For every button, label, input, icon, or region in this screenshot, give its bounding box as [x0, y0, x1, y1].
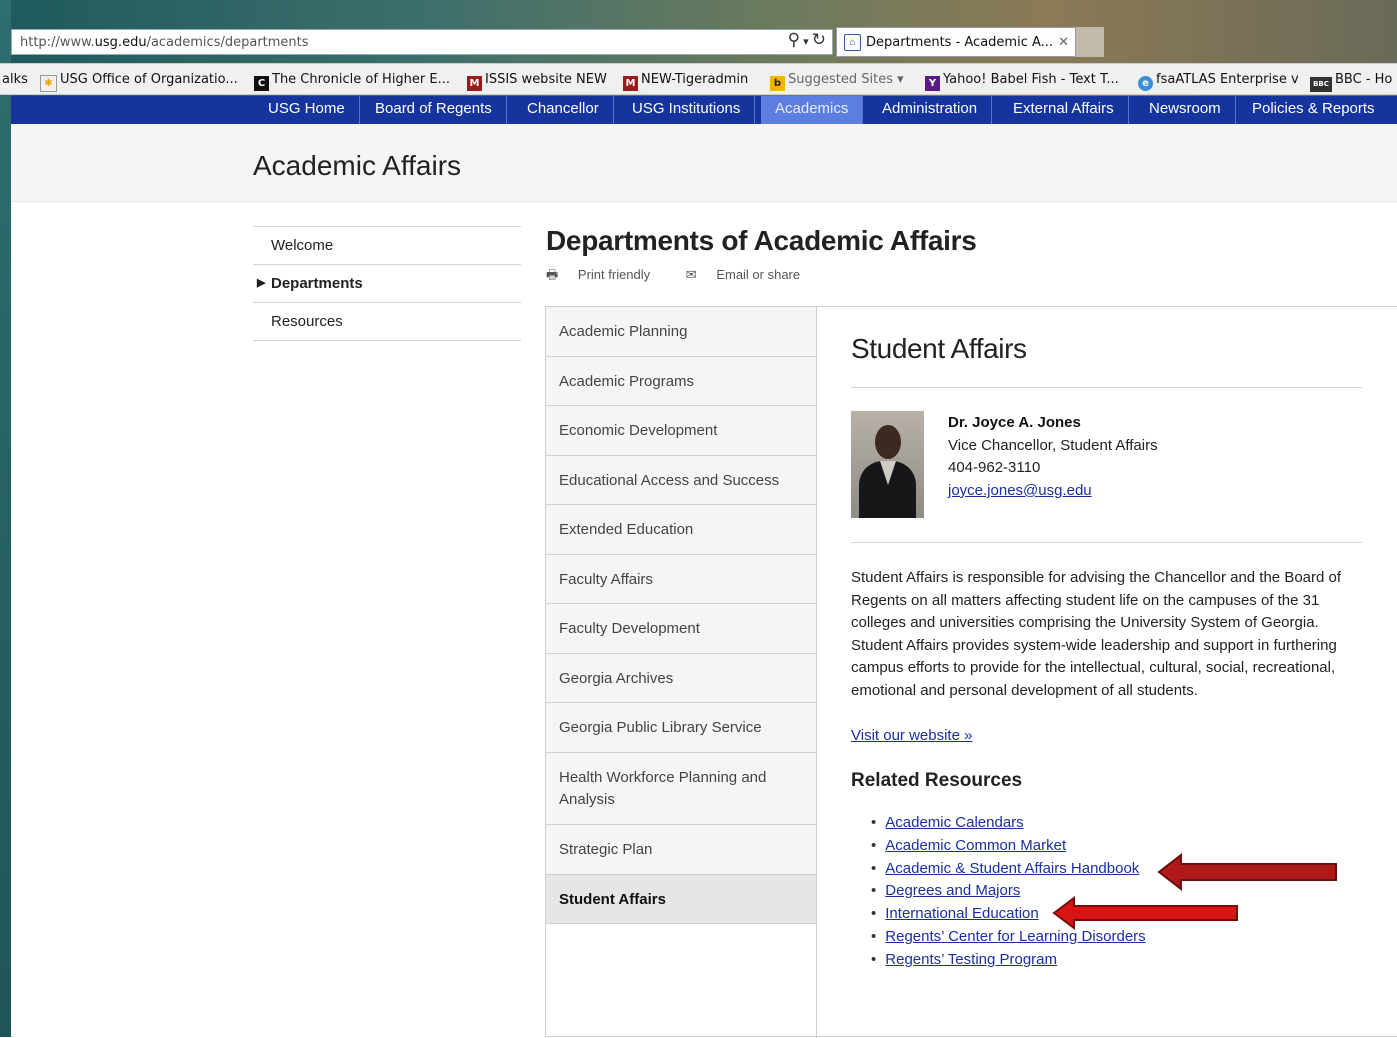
sidebar-item-welcome[interactable]: Welcome [253, 226, 521, 264]
address-controls: ⚲ ▾ ↻ [788, 30, 826, 50]
dept-tab-health-workforce[interactable]: Health Workforce Planning and Analysis [546, 753, 816, 825]
tab-title: Departments - Academic A... [866, 35, 1054, 50]
sidebar-item-departments[interactable]: ▶ Departments [253, 264, 521, 302]
list-item: Academic Common Market [871, 835, 1146, 858]
dept-tab-academic-programs[interactable]: Academic Programs [546, 357, 816, 406]
nav-usg-home[interactable]: USG Home [254, 96, 360, 124]
list-item: Academic Calendars [871, 812, 1146, 835]
nav-usg-institutions[interactable]: USG Institutions [618, 96, 756, 124]
page-title: Departments of Academic Affairs [546, 225, 977, 256]
list-item: Academic & Student Affairs Handbook [871, 858, 1146, 881]
related-resources-list: Academic Calendars Academic Common Marke… [871, 812, 1146, 972]
favorite-item[interactable]: ✱ USG Office of Organizatio... [40, 72, 238, 92]
print-friendly-link[interactable]: 🖶 Print friendly [546, 267, 666, 282]
list-item: Regents’ Testing Program [871, 949, 1146, 972]
page-banner: Academic Affairs [11, 124, 1397, 202]
dept-tab-academic-planning[interactable]: Academic Planning [546, 307, 816, 357]
visit-website-link[interactable]: Visit our website » [851, 727, 972, 744]
related-link-international-education[interactable]: International Education [885, 905, 1038, 922]
nav-administration[interactable]: Administration [868, 96, 993, 124]
window-edge [0, 0, 11, 1037]
bbc-icon: BBC [1310, 77, 1332, 92]
email-share-link[interactable]: ✉ Email or share [686, 267, 816, 282]
address-bar[interactable]: http://www.usg.edu/academics/departments… [11, 29, 833, 55]
favorite-item[interactable]: M ISSIS website NEW [467, 72, 607, 91]
refresh-icon[interactable]: ↻ [812, 30, 826, 49]
person-role: Vice Chancellor, Student Affairs [948, 437, 1158, 454]
dropdown-icon[interactable]: ▾ [800, 36, 812, 48]
panel-divider [816, 307, 817, 1038]
related-resources-heading: Related Resources [851, 770, 1023, 791]
dept-tab-georgia-archives[interactable]: Georgia Archives [546, 654, 816, 703]
favorite-item[interactable]: alks [2, 72, 28, 87]
nav-academics[interactable]: Academics [761, 96, 864, 124]
person-name: Dr. Joyce A. Jones [948, 414, 1081, 431]
nav-chancellor[interactable]: Chancellor [513, 96, 614, 124]
related-link-learning-disorders[interactable]: Regents’ Center for Learning Disorders [885, 928, 1145, 945]
related-link-academic-calendars[interactable]: Academic Calendars [885, 814, 1023, 831]
dept-tab-faculty-development[interactable]: Faculty Development [546, 604, 816, 654]
triangle-right-icon: ▶ [257, 277, 266, 289]
section-title: Academic Affairs [253, 150, 462, 181]
dept-tab-economic-development[interactable]: Economic Development [546, 406, 816, 456]
favorites-bar: alks ✱ USG Office of Organizatio... C The … [0, 63, 1397, 95]
dept-tab-strategic-plan[interactable]: Strategic Plan [546, 825, 816, 875]
dept-tab-extended-education[interactable]: Extended Education [546, 505, 816, 555]
annotation-arrow-left-icon [1052, 896, 1238, 930]
page-tools: 🖶 Print friendly ✉ Email or share [546, 266, 832, 288]
search-icon[interactable]: ⚲ [788, 30, 800, 49]
person-email-link[interactable]: joyce.jones@usg.edu [948, 482, 1092, 499]
department-heading: Student Affairs [851, 333, 1027, 364]
person-photo [851, 411, 924, 518]
favorite-item[interactable]: BBC BBC - Ho [1310, 72, 1392, 92]
dept-tab-educational-access[interactable]: Educational Access and Success [546, 456, 816, 505]
dept-tab-faculty-affairs[interactable]: Faculty Affairs [546, 555, 816, 604]
address-url: http://www.usg.edu/academics/departments [20, 35, 309, 50]
new-tab-button[interactable] [1076, 27, 1104, 57]
related-link-academic-common-market[interactable]: Academic Common Market [885, 837, 1066, 854]
printer-icon: 🖶 [546, 267, 559, 282]
nav-board-of-regents[interactable]: Board of Regents [361, 96, 507, 124]
envelope-icon: ✉ [685, 267, 697, 282]
bing-icon: b [770, 76, 785, 91]
nav-policies-reports[interactable]: Policies & Reports [1238, 96, 1389, 124]
ie-icon: e [1138, 76, 1153, 91]
chronicle-icon: C [254, 76, 269, 91]
sidebar: Welcome ▶ Departments Resources [253, 226, 521, 341]
photo-shape [875, 425, 901, 459]
annotation-arrow-left-icon [1157, 853, 1337, 891]
favorite-item[interactable]: Y Yahoo! Babel Fish - Text T... [925, 72, 1119, 91]
site-favicon-icon: ⌂ [844, 34, 861, 51]
sidebar-item-resources[interactable]: Resources [253, 302, 521, 341]
favorite-item[interactable]: M NEW-Tigeradmin [623, 72, 748, 91]
department-description: Student Affairs is responsible for advis… [851, 569, 1342, 699]
dept-tab-public-library-service[interactable]: Georgia Public Library Service [546, 703, 816, 753]
browser-tab[interactable]: ⌂ Departments - Academic A... ✕ [836, 27, 1076, 57]
nav-newsroom[interactable]: Newsroom [1135, 96, 1236, 124]
divider [851, 387, 1362, 388]
nav-external-affairs[interactable]: External Affairs [999, 96, 1129, 124]
divider [851, 542, 1362, 543]
close-tab-icon[interactable]: ✕ [1058, 34, 1069, 50]
favorite-item[interactable]: C The Chronicle of Higher E... [254, 72, 450, 91]
university-logo-icon: M [623, 76, 638, 91]
favorite-item[interactable]: e fsaATLAS Enterprise v [1138, 72, 1299, 91]
favorite-item[interactable]: b Suggested Sites ▾ [770, 72, 904, 91]
related-link-handbook[interactable]: Academic & Student Affairs Handbook [885, 860, 1139, 877]
related-link-testing-program[interactable]: Regents’ Testing Program [885, 951, 1057, 968]
usg-star-icon: ✱ [40, 75, 57, 92]
related-link-degrees-majors[interactable]: Degrees and Majors [885, 882, 1020, 899]
person-phone: 404-962-3110 [948, 459, 1041, 476]
university-logo-icon: M [467, 76, 482, 91]
dept-tab-student-affairs[interactable]: Student Affairs [546, 875, 816, 924]
main-nav: USG Home Board of Regents Chancellor USG… [11, 96, 1397, 124]
yahoo-icon: Y [925, 76, 940, 91]
